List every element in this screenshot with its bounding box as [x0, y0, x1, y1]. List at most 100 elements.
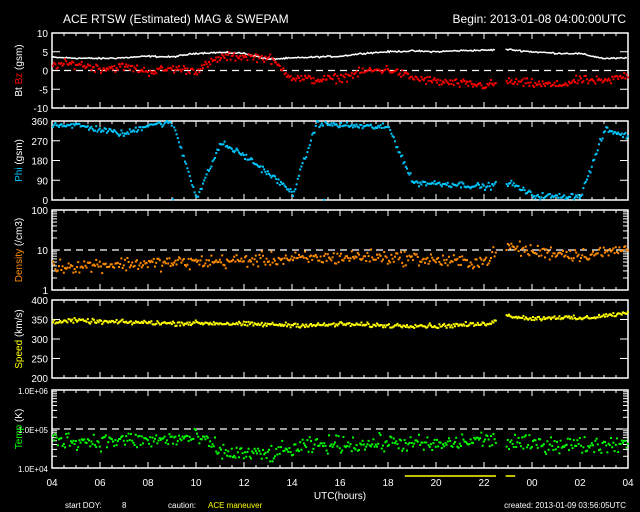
data-point: [163, 435, 166, 438]
data-point: [127, 64, 130, 67]
data-point: [114, 320, 117, 323]
data-point: [601, 255, 604, 258]
data-point: [253, 258, 256, 261]
data-point: [304, 326, 306, 329]
data-point: [348, 445, 351, 448]
data-point: [270, 63, 273, 65]
data-point: [142, 264, 144, 267]
data-point: [277, 178, 280, 181]
data-point: [269, 460, 272, 463]
data-point: [604, 441, 606, 443]
data-point: [577, 79, 580, 82]
data-point: [335, 262, 338, 265]
data-point: [577, 193, 580, 196]
data-point: [604, 130, 606, 133]
data-point: [143, 260, 146, 263]
data-point: [296, 74, 299, 77]
data-point: [469, 438, 472, 441]
data-point: [203, 63, 206, 66]
data-point: [460, 445, 462, 447]
data-point: [268, 56, 270, 59]
data-point: [614, 246, 617, 249]
data-point: [403, 161, 406, 164]
data-point: [83, 64, 86, 67]
data-point: [492, 84, 495, 87]
data-point: [451, 260, 454, 263]
data-point: [176, 137, 179, 140]
data-point: [77, 446, 80, 449]
data-point: [349, 257, 352, 260]
data-point: [588, 446, 591, 449]
data-point: [94, 444, 96, 447]
data-point: [518, 442, 521, 445]
data-point: [76, 448, 78, 451]
data-point: [541, 318, 544, 321]
data-point: [257, 265, 260, 268]
data-point: [236, 323, 239, 326]
data-point: [226, 454, 228, 457]
data-point: [121, 132, 124, 135]
data-point: [376, 127, 378, 129]
data-point: [170, 124, 173, 127]
data-point: [539, 249, 542, 252]
data-point: [354, 72, 357, 75]
data-point: [358, 253, 360, 256]
data-point: [94, 264, 96, 267]
data-point: [332, 443, 335, 446]
y-tick-label: 250: [31, 355, 48, 366]
data-point: [539, 83, 542, 86]
data-point: [139, 443, 142, 446]
data-point: [218, 59, 221, 62]
data-point: [310, 440, 312, 443]
data-point: [605, 444, 608, 447]
data-point: [379, 69, 382, 72]
data-point: [400, 439, 402, 442]
data-point: [224, 267, 227, 270]
data-point: [98, 260, 101, 263]
data-point: [138, 264, 141, 267]
data-point: [194, 258, 197, 261]
data-point: [401, 154, 404, 157]
data-point: [505, 80, 508, 83]
data-point: [192, 68, 195, 71]
data-point: [607, 77, 610, 80]
data-point: [102, 130, 105, 133]
data-point: [187, 323, 190, 326]
data-point: [374, 258, 377, 261]
data-point: [401, 69, 404, 72]
data-point: [606, 79, 609, 82]
data-point: [509, 81, 512, 84]
data-point: [553, 252, 556, 255]
data-point: [473, 265, 476, 268]
data-point: [379, 434, 382, 437]
data-point: [481, 263, 484, 265]
data-point: [565, 251, 568, 253]
data-point: [433, 77, 436, 80]
data-point: [450, 186, 453, 189]
data-point: [164, 262, 167, 265]
data-point: [396, 68, 399, 71]
data-point: [226, 59, 228, 62]
data-point: [187, 170, 190, 173]
data-point: [335, 82, 338, 85]
data-point: [566, 84, 569, 87]
data-point: [245, 321, 248, 324]
data-point: [206, 65, 209, 68]
data-point: [419, 181, 422, 184]
data-point: [370, 123, 372, 126]
data-point: [256, 61, 258, 64]
data-point: [319, 124, 322, 127]
data-point: [62, 442, 65, 445]
data-point: [390, 436, 393, 439]
data-point: [97, 321, 100, 324]
data-point: [560, 253, 563, 256]
data-point: [348, 322, 351, 324]
data-point: [319, 255, 322, 258]
data-point: [556, 80, 558, 82]
data-point: [547, 250, 550, 253]
data-point: [334, 441, 336, 444]
data-point: [390, 132, 393, 135]
ace-rtsw-chart: ACE RTSW (Estimated) MAG & SWEPAM Begin:…: [0, 0, 640, 512]
data-point: [544, 256, 546, 259]
data-point: [134, 68, 137, 71]
